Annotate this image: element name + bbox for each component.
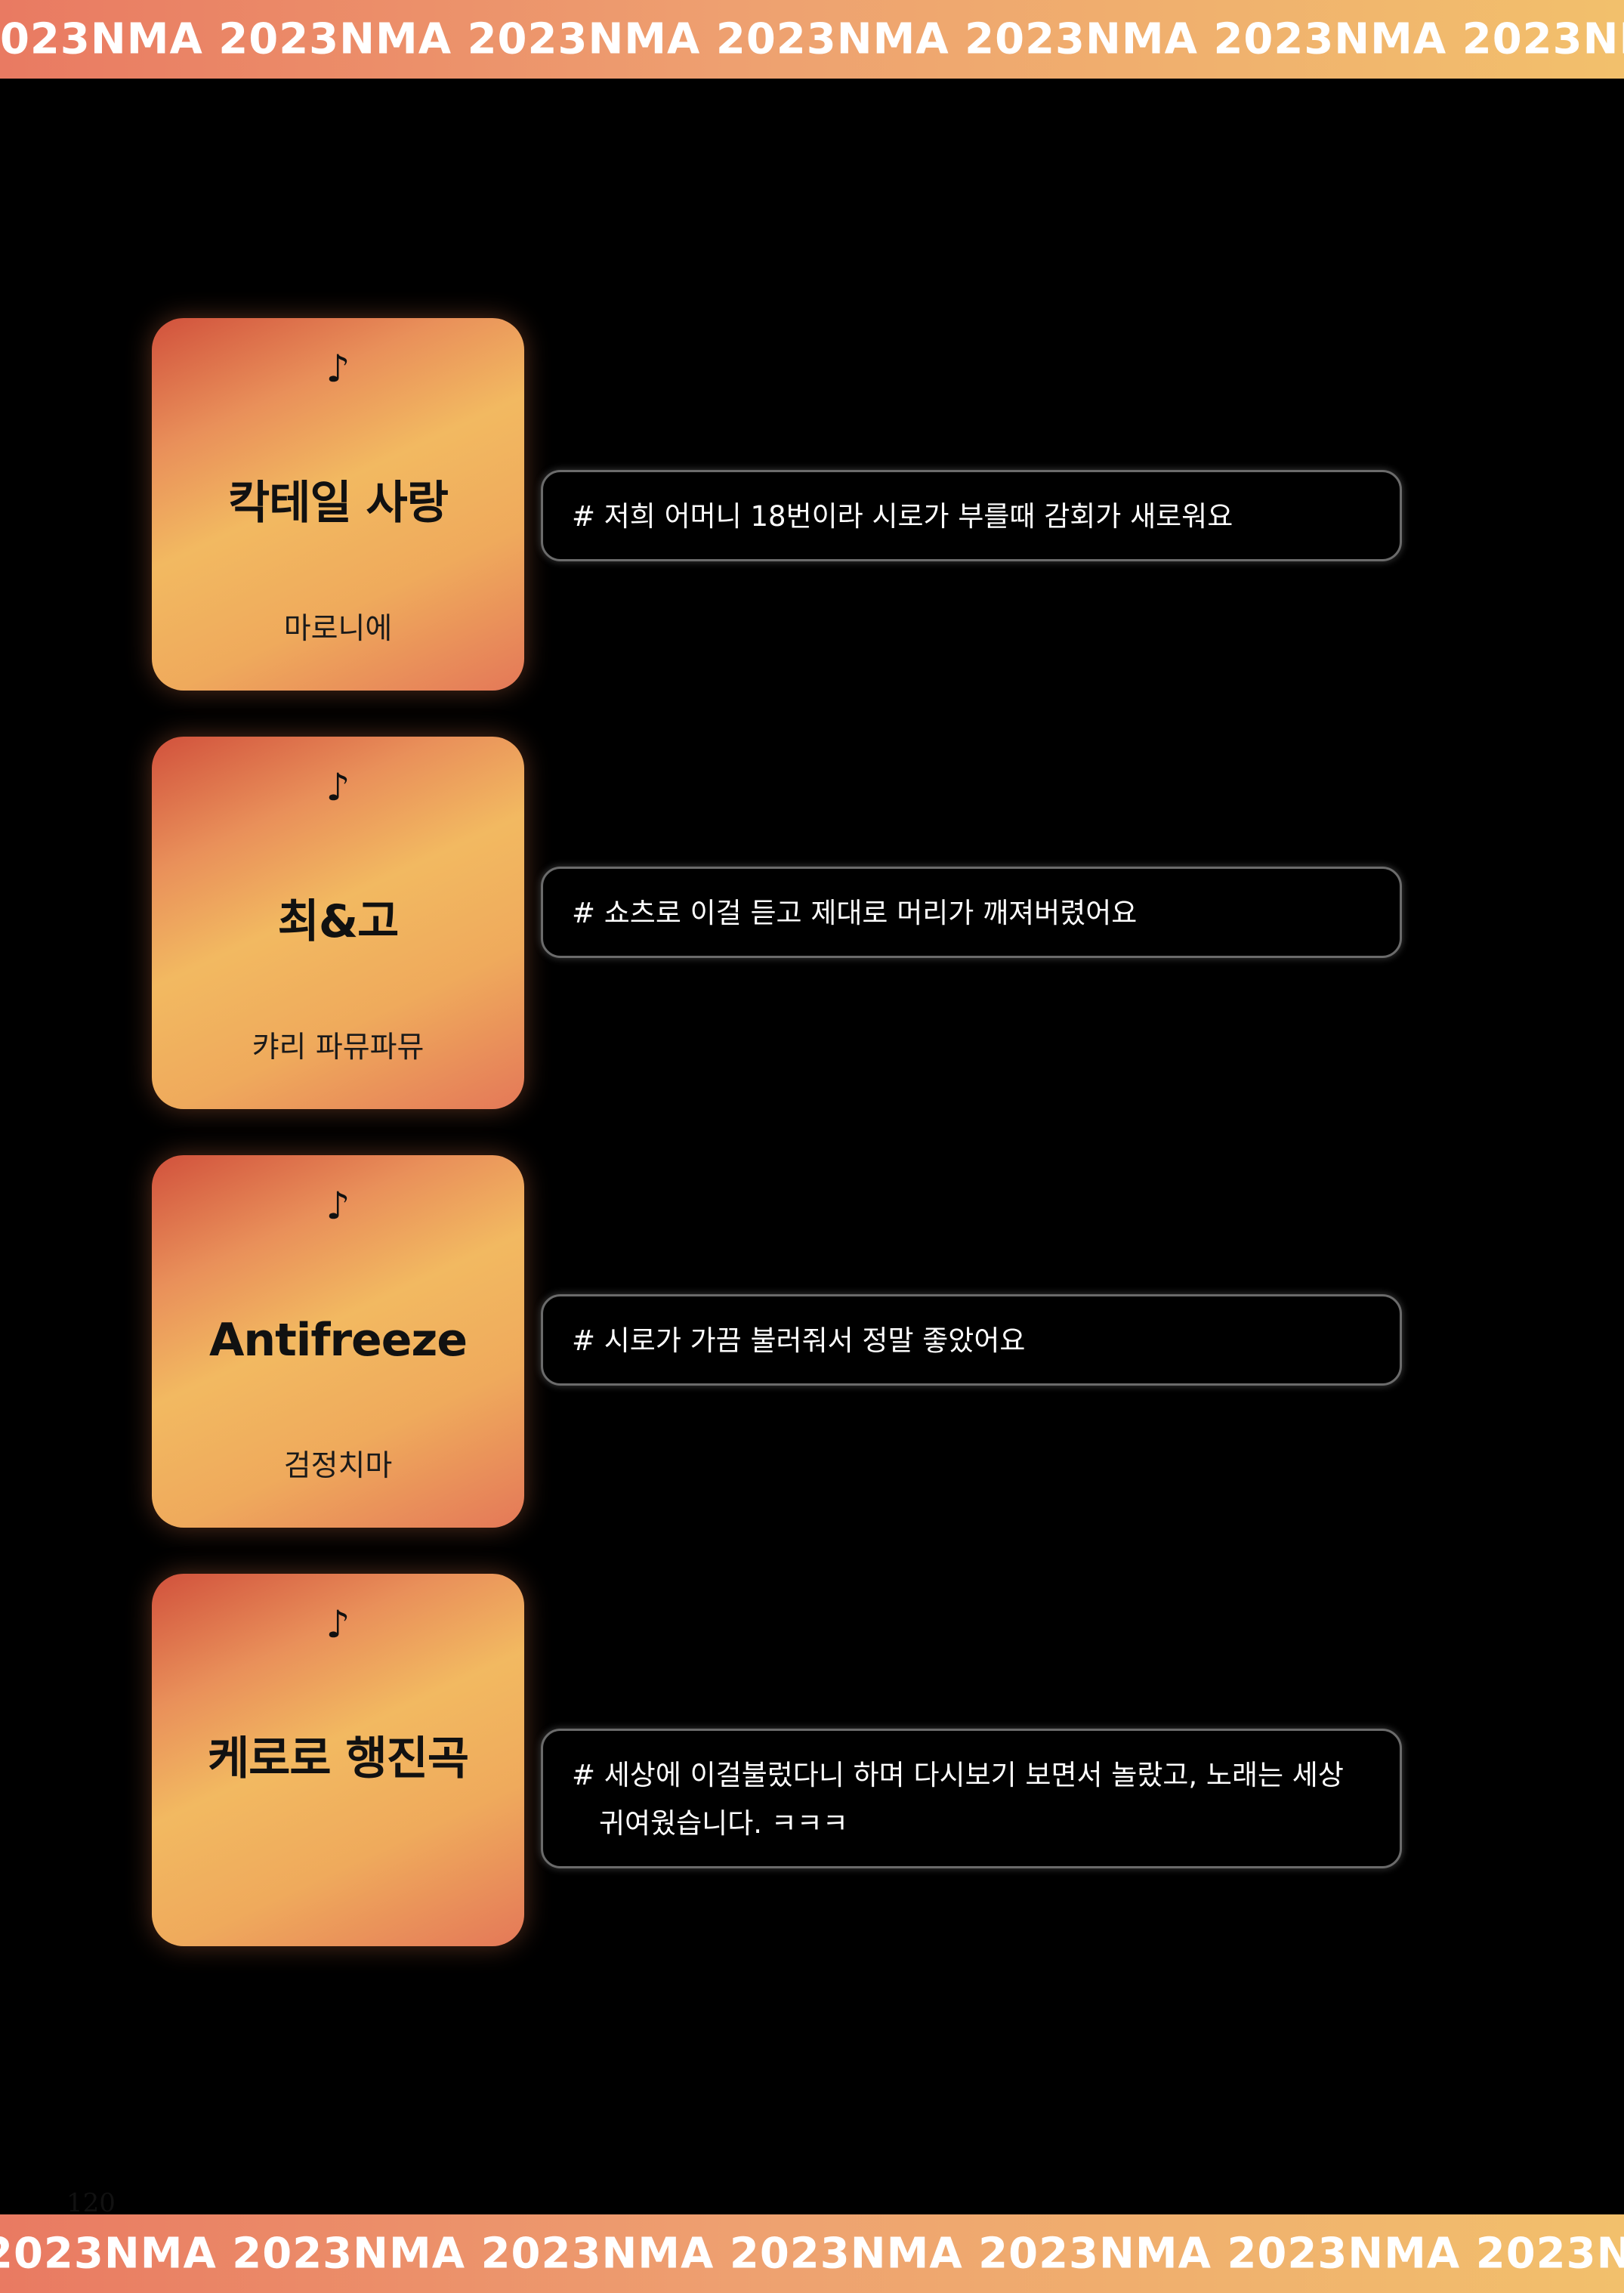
top-banner-text: 2023NMA 2023NMA 2023NMA 2023NMA 2023NMA … [0,14,1624,64]
music-note-icon: ♪ [326,347,350,391]
song-title: 최&고 [277,895,400,948]
comment-text: # 세상에 이걸불렀다니 하며 다시보기 보면서 놀랐고, 노래는 세상 귀여웠… [572,1759,1344,1840]
page-number: 120 [66,2188,116,2218]
comment-box: # 쇼츠로 이걸 듣고 제대로 머리가 깨져버렸어요 [541,867,1402,958]
song-artist: 캬리 파뮤파뮤 [252,1031,425,1065]
comment-box: # 세상에 이걸불렀다니 하며 다시보기 보면서 놀랐고, 노래는 세상 귀여웠… [541,1729,1402,1868]
comment-box: # 저희 어머니 18번이라 시로가 부를때 감회가 새로워요 [541,470,1402,561]
comment-text: # 쇼츠로 이걸 듣고 제대로 머리가 깨져버렸어요 [572,897,1138,929]
top-banner: 2023NMA 2023NMA 2023NMA 2023NMA 2023NMA … [0,0,1624,79]
song-card: ♪ 케로로 행진곡 [152,1574,524,1946]
song-artist: 검정치마 [283,1449,393,1483]
song-title: 케로로 행진곡 [207,1732,469,1785]
comment-text: # 저희 어머니 18번이라 시로가 부를때 감회가 새로워요 [572,500,1233,533]
comment-text: # 시로가 가끔 불러줘서 정말 좋았어요 [572,1324,1026,1357]
song-title: 칵테일 사랑 [228,477,449,530]
comment-box: # 시로가 가끔 불러줘서 정말 좋았어요 [541,1294,1402,1386]
song-artist: 마로니에 [283,612,393,646]
music-note-icon: ♪ [326,765,350,809]
song-card: ♪ 최&고 캬리 파뮤파뮤 [152,737,524,1109]
song-card: ♪ Antifreeze 검정치마 [152,1155,524,1528]
bottom-banner-text: 2023NMA 2023NMA 2023NMA 2023NMA 2023NMA … [0,2229,1624,2279]
bottom-banner: 2023NMA 2023NMA 2023NMA 2023NMA 2023NMA … [0,2214,1624,2293]
song-card: ♪ 칵테일 사랑 마로니에 [152,318,524,691]
song-title: Antifreeze [208,1314,468,1367]
music-note-icon: ♪ [326,1602,350,1646]
music-note-icon: ♪ [326,1184,350,1228]
